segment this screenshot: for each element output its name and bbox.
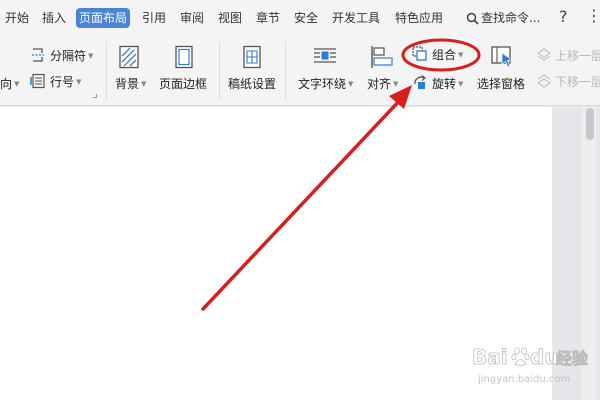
text-wrap-label: 文字环绕 (298, 77, 347, 91)
group-objects-icon (412, 46, 427, 61)
menu-tab-insert[interactable]: 插入 (42, 9, 66, 27)
ribbon-toolbar: 向 ▼ 分隔符 ▼ 行号 ▼ 背景 ▼ 页面边框 稿纸设置 文字环绕 ▼ 对齐 … (0, 36, 600, 106)
group-button[interactable]: 组合 ▼ (432, 47, 463, 63)
text-wrap-button[interactable]: 文字环绕 ▼ (298, 76, 353, 92)
ribbon-divider (106, 42, 107, 100)
menu-tab-page-layout[interactable]: 页面布局 (76, 8, 131, 28)
chevron-down-icon: ▼ (348, 80, 354, 88)
menu-tab-chapter[interactable]: 章节 (256, 9, 280, 27)
dialog-launcher-icon[interactable] (93, 94, 97, 98)
page-border-button[interactable]: 页面边框 (159, 76, 207, 92)
separator-button[interactable]: 分隔符 ▼ (50, 48, 93, 64)
menu-tab-special-apps[interactable]: 特色应用 (395, 9, 443, 27)
line-number-button[interactable]: 行号 ▼ (50, 74, 81, 90)
chevron-down-icon: ▼ (141, 80, 147, 88)
chevron-down-icon: ▼ (458, 80, 464, 88)
line-number-label: 行号 (50, 75, 75, 89)
menu-tab-security[interactable]: 安全 (294, 9, 318, 27)
send-backward-icon (537, 74, 551, 88)
menu-tab-home[interactable]: 开始 (5, 9, 29, 27)
ribbon-divider (285, 42, 286, 100)
line-number-icon (30, 73, 45, 89)
menu-tab-review[interactable]: 审阅 (180, 9, 204, 27)
more-options-icon[interactable]: ⋮ (586, 6, 600, 25)
search-command[interactable]: 查找命令... (466, 9, 540, 27)
background-button[interactable]: 背景 ▼ (115, 76, 146, 92)
background-label: 背景 (115, 77, 140, 91)
vertical-scrollbar[interactable] (582, 107, 596, 400)
selection-pane-button[interactable]: 选择窗格 (477, 76, 525, 92)
chevron-down-icon: ▼ (76, 78, 82, 86)
bring-forward-button[interactable]: 上移一层 (555, 48, 600, 64)
send-backward-button[interactable]: 下移一层 (555, 74, 600, 90)
search-command-label: 查找命令... (481, 11, 541, 25)
help-icon[interactable]: ? (559, 7, 568, 26)
scrollbar-thumb[interactable] (586, 108, 594, 140)
bring-forward-label: 上移一层 (555, 49, 600, 63)
separator-label: 分隔符 (50, 49, 87, 63)
manuscript-grid-icon (243, 45, 261, 69)
send-backward-label: 下移一层 (555, 75, 600, 89)
chevron-down-icon: ▼ (14, 80, 20, 88)
orientation-button[interactable]: 向 ▼ (0, 76, 19, 92)
separator-icon (32, 48, 44, 62)
align-icon (371, 46, 393, 68)
search-icon (466, 12, 479, 25)
orientation-label: 向 (0, 77, 13, 91)
page-border-icon (175, 45, 193, 69)
manuscript-settings-button[interactable]: 稿纸设置 (228, 76, 276, 92)
chevron-down-icon: ▼ (393, 80, 399, 88)
rotate-label: 旋转 (432, 77, 457, 91)
bring-forward-icon (537, 48, 551, 61)
rotate-icon (414, 75, 426, 89)
menu-bar: 开始 插入 页面布局 引用 审阅 视图 章节 安全 开发工具 特色应用 查找命令… (0, 0, 600, 36)
chevron-down-icon: ▼ (458, 51, 464, 59)
text-wrap-icon (314, 48, 336, 63)
page-background-icon (119, 45, 139, 69)
menu-tab-developer[interactable]: 开发工具 (332, 9, 380, 27)
menu-tab-references[interactable]: 引用 (142, 9, 166, 27)
chevron-down-icon: ▼ (88, 52, 94, 60)
align-label: 对齐 (367, 77, 392, 91)
document-page[interactable] (0, 107, 552, 400)
rotate-button[interactable]: 旋转 ▼ (432, 76, 463, 92)
align-button[interactable]: 对齐 ▼ (367, 76, 398, 92)
menu-tab-view[interactable]: 视图 (218, 9, 242, 27)
ribbon-divider (219, 42, 220, 100)
selection-pane-icon (491, 46, 513, 68)
group-label: 组合 (432, 48, 457, 62)
